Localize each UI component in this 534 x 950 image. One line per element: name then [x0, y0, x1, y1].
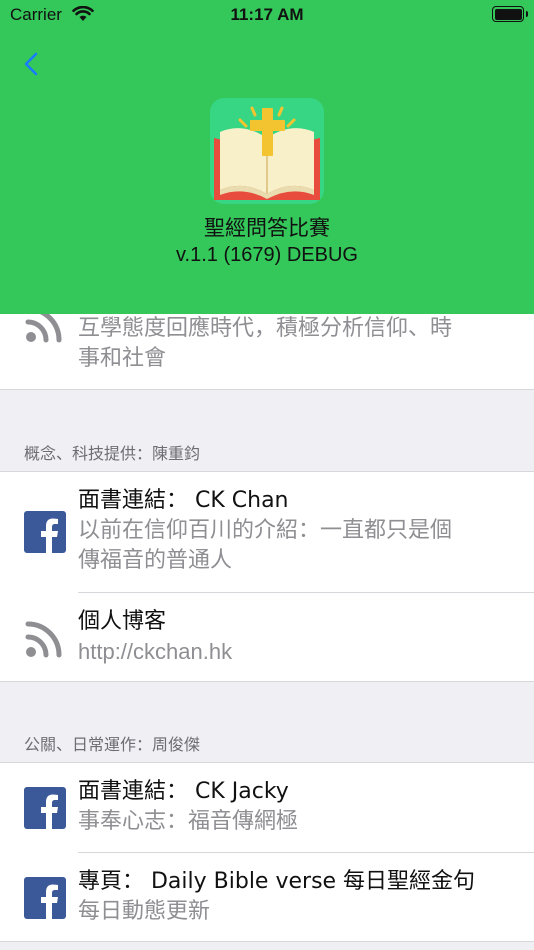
- cell-title: 面書連結： CK Chan: [78, 488, 289, 513]
- facebook-link-ck-jacky[interactable]: 面書連結： CK Jacky 事奉心志：福音傳網極: [0, 763, 534, 852]
- cell-title: 個人博客: [78, 609, 167, 634]
- top-cell-subtitle-1: 互學態度回應時代，積極分析信仰、時: [78, 316, 453, 341]
- facebook-icon: [24, 787, 66, 829]
- app-name: 聖經問答比賽: [204, 216, 330, 240]
- cell-subtitle-1: 事奉心志：福音傳網極: [78, 809, 299, 834]
- facebook-icon: [24, 877, 66, 919]
- cell-subtitle-1: http://ckchan.hk: [78, 639, 233, 664]
- section-group-1: 面書連結： CK Chan 以前在信仰百川的介紹：一直都只是個 傳福音的普通人 …: [0, 471, 534, 682]
- section-header-2: 公關、日常運作：周俊傑: [24, 735, 201, 754]
- cell-title: 專頁： Daily Bible verse 每日聖經金句: [78, 869, 476, 894]
- top-cell-subtitle-2: 事和社會: [78, 346, 167, 371]
- cell-subtitle-1: 以前在信仰百川的介紹：一直都只是個: [78, 518, 453, 543]
- cell-subtitle-2: 傳福音的普通人: [78, 548, 233, 573]
- screen: 互學態度回應時代，積極分析信仰、時 事和社會 概念、科技提供：陳重鈞 面書連結：…: [0, 0, 534, 950]
- daily-bible-verse-page-link[interactable]: 專頁： Daily Bible verse 每日聖經金句 每日動態更新: [0, 853, 534, 943]
- chevron-left-icon: [24, 52, 38, 76]
- app-version: v.1.1 (1679) DEBUG: [176, 244, 358, 266]
- rss-icon: [25, 621, 62, 658]
- back-button[interactable]: [18, 48, 46, 80]
- battery-icon: [492, 6, 528, 22]
- cell-subtitle-1: 每日動態更新: [78, 899, 211, 924]
- cell-title: 面書連結： CK Jacky: [78, 779, 289, 804]
- facebook-link-ck-chan[interactable]: 面書連結： CK Chan 以前在信仰百川的介紹：一直都只是個 傳福音的普通人: [0, 472, 534, 592]
- section-group-2: 面書連結： CK Jacky 事奉心志：福音傳網極 專頁： Daily Bibl…: [0, 762, 534, 942]
- status-bar: Carrier 11:17 AM: [0, 0, 534, 30]
- facebook-icon: [24, 511, 66, 553]
- app-logo-icon: [210, 98, 324, 204]
- personal-blog-link[interactable]: 個人博客 http://ckchan.hk: [0, 593, 534, 683]
- status-time: 11:17 AM: [230, 5, 304, 24]
- app-header: Carrier 11:17 AM 聖經問答比賽 v.1.1 (1679) DEB…: [0, 0, 534, 314]
- section-header-1: 概念、科技提供：陳重鈞: [24, 444, 201, 463]
